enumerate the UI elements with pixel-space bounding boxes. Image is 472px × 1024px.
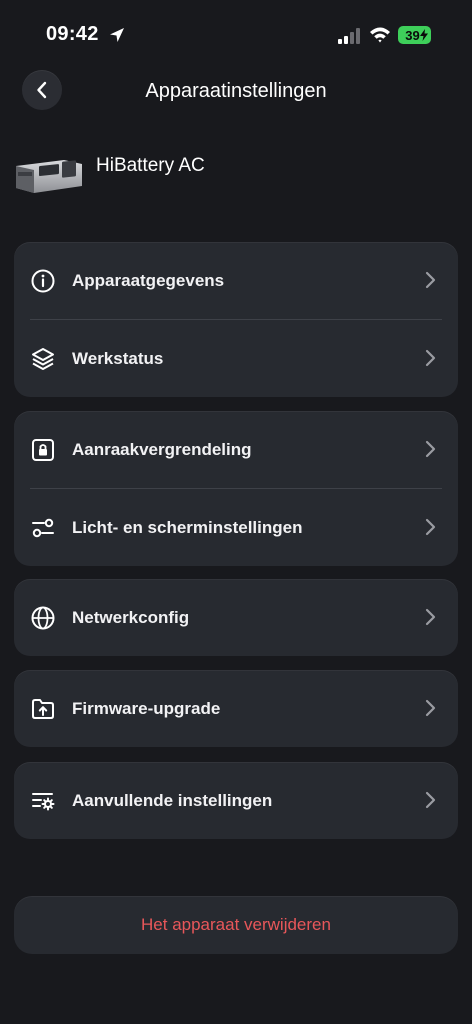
settings-group-device: Apparaatgegevens Werkstatus bbox=[14, 242, 458, 397]
settings-list-icon bbox=[32, 792, 55, 810]
menu-item-label: Netwerkconfig bbox=[72, 607, 190, 627]
menu-item-label: Aanvullende instellingen bbox=[72, 790, 273, 810]
cellular-signal-icon bbox=[338, 28, 360, 44]
menu-item-firmware-upgrade[interactable]: Firmware-upgrade bbox=[14, 670, 458, 747]
globe-icon bbox=[31, 606, 55, 629]
delete-device-button[interactable]: Het apparaat verwijderen bbox=[14, 896, 458, 954]
status-bar: 09:42 39 bbox=[0, 0, 472, 70]
settings-group-firmware: Firmware-upgrade bbox=[14, 670, 458, 747]
menu-item-label: Werkstatus bbox=[72, 348, 164, 368]
device-name: HiBattery AC bbox=[96, 155, 205, 176]
battery-indicator: 39 bbox=[398, 26, 431, 44]
chevron-right-icon bbox=[425, 518, 436, 536]
settings-group-controls: Aanraakvergrendeling Licht- en schermins… bbox=[14, 411, 458, 566]
menu-item-label: Firmware-upgrade bbox=[72, 698, 221, 718]
chevron-right-icon bbox=[425, 440, 436, 458]
layers-icon bbox=[32, 347, 54, 370]
wifi-icon bbox=[370, 27, 390, 43]
sliders-icon bbox=[32, 518, 54, 537]
settings-group-additional: Aanvullende instellingen bbox=[14, 762, 458, 839]
lock-icon bbox=[32, 438, 54, 461]
menu-item-netwerkconfig[interactable]: Netwerkconfig bbox=[14, 579, 458, 656]
device-settings-screen: 09:42 39 Apparaatinstellingen HiBattery … bbox=[0, 0, 472, 1024]
menu-item-aanraakvergrendeling[interactable]: Aanraakvergrendeling bbox=[14, 411, 458, 488]
menu-item-label: Licht- en scherminstellingen bbox=[72, 517, 303, 537]
status-time: 09:42 bbox=[46, 23, 99, 45]
chevron-right-icon bbox=[425, 349, 436, 367]
chevron-right-icon bbox=[425, 608, 436, 626]
info-icon bbox=[31, 269, 55, 292]
folder-upload-icon bbox=[32, 698, 54, 719]
page-title: Apparaatinstellingen bbox=[145, 80, 327, 102]
menu-item-licht-en-scherminstellingen[interactable]: Licht- en scherminstellingen bbox=[14, 489, 458, 566]
settings-group-network: Netwerkconfig bbox=[14, 579, 458, 656]
chevron-right-icon bbox=[425, 791, 436, 809]
menu-item-label: Apparaatgegevens bbox=[72, 270, 225, 290]
charging-bolt-icon bbox=[420, 29, 428, 41]
battery-level: 39 bbox=[405, 27, 420, 43]
menu-item-aanvullende-instellingen[interactable]: Aanvullende instellingen bbox=[14, 762, 458, 839]
menu-item-label: Aanraakvergrendeling bbox=[72, 439, 252, 459]
menu-item-werkstatus[interactable]: Werkstatus bbox=[14, 320, 458, 397]
chevron-right-icon bbox=[425, 699, 436, 717]
location-arrow-icon bbox=[110, 28, 124, 42]
device-image bbox=[16, 160, 82, 193]
chevron-right-icon bbox=[425, 271, 436, 289]
menu-item-apparaatgegevens[interactable]: Apparaatgegevens bbox=[14, 242, 458, 319]
